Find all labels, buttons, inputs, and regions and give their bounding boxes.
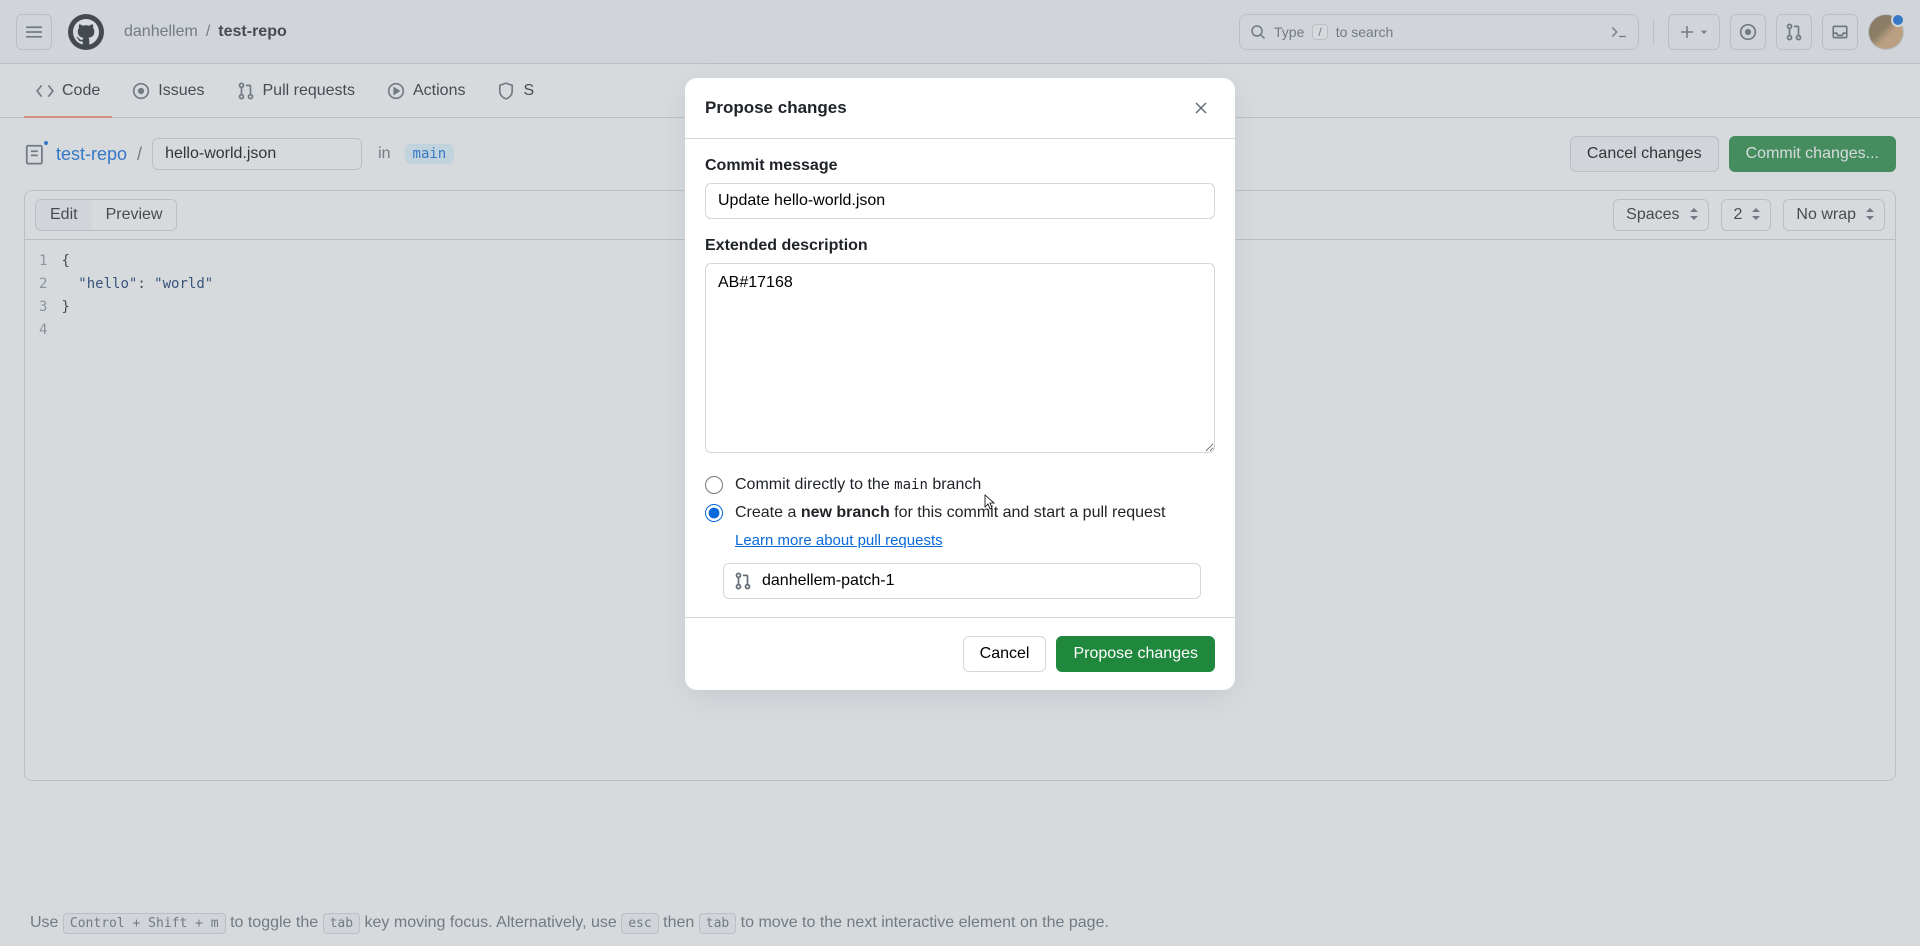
- close-icon: [1193, 100, 1209, 116]
- extended-description-label: Extended description: [705, 237, 1215, 255]
- create-branch-radio[interactable]: [705, 504, 723, 522]
- branch-name-input-wrap: [723, 563, 1201, 599]
- commit-message-label: Commit message: [705, 157, 1215, 175]
- propose-changes-modal: Propose changes Commit message Extended …: [685, 78, 1235, 690]
- close-button[interactable]: [1187, 94, 1215, 122]
- modal-body: Commit message Extended description AB#1…: [685, 139, 1235, 617]
- modal-header: Propose changes: [685, 78, 1235, 139]
- commit-direct-option[interactable]: Commit directly to the main branch: [705, 476, 1215, 494]
- create-branch-option[interactable]: Create a new branch for this commit and …: [705, 504, 1215, 522]
- extended-description-input[interactable]: AB#17168: [705, 263, 1215, 453]
- learn-more-link[interactable]: Learn more about pull requests: [735, 532, 943, 549]
- propose-changes-button[interactable]: Propose changes: [1056, 636, 1215, 672]
- cancel-button[interactable]: Cancel: [963, 636, 1047, 672]
- modal-overlay[interactable]: Propose changes Commit message Extended …: [0, 0, 1920, 946]
- git-branch-icon: [734, 572, 752, 590]
- modal-footer: Cancel Propose changes: [685, 617, 1235, 690]
- commit-direct-radio[interactable]: [705, 476, 723, 494]
- branch-name-input[interactable]: [762, 572, 1190, 590]
- modal-title: Propose changes: [705, 98, 847, 118]
- commit-message-input[interactable]: [705, 183, 1215, 219]
